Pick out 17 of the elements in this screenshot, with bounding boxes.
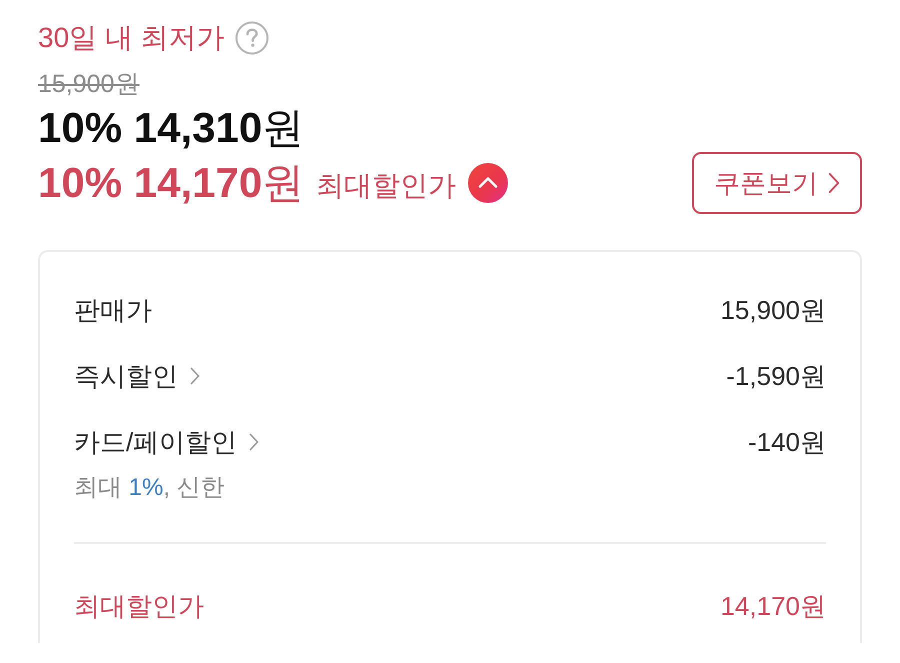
lowest-price-label: 30일 내 최저가	[38, 21, 225, 55]
breakdown-value: -1,590원	[726, 360, 826, 393]
max-discount-label: 최대할인가	[316, 169, 456, 203]
breakdown-label: 판매가	[74, 294, 152, 327]
coupon-button[interactable]: 쿠폰보기	[692, 152, 862, 214]
breakdown-value: -140원	[748, 426, 826, 459]
total-value: 14,170원	[720, 590, 826, 623]
chevron-right-icon	[828, 172, 840, 194]
breakdown-label[interactable]: 즉시할인	[74, 358, 178, 394]
total-label: 최대할인가	[74, 590, 204, 623]
original-price: 15,900원	[38, 69, 140, 99]
chevron-circle-icon[interactable]	[468, 163, 508, 203]
sale-price: 10% 14,310원	[38, 104, 304, 152]
card-discount-note: 최대 1%, 신한	[74, 473, 225, 503]
breakdown-label[interactable]: 카드/페이할인	[74, 424, 238, 460]
max-discount-price: 10% 14,170원	[38, 159, 304, 207]
breakdown-value: 15,900원	[720, 294, 826, 327]
